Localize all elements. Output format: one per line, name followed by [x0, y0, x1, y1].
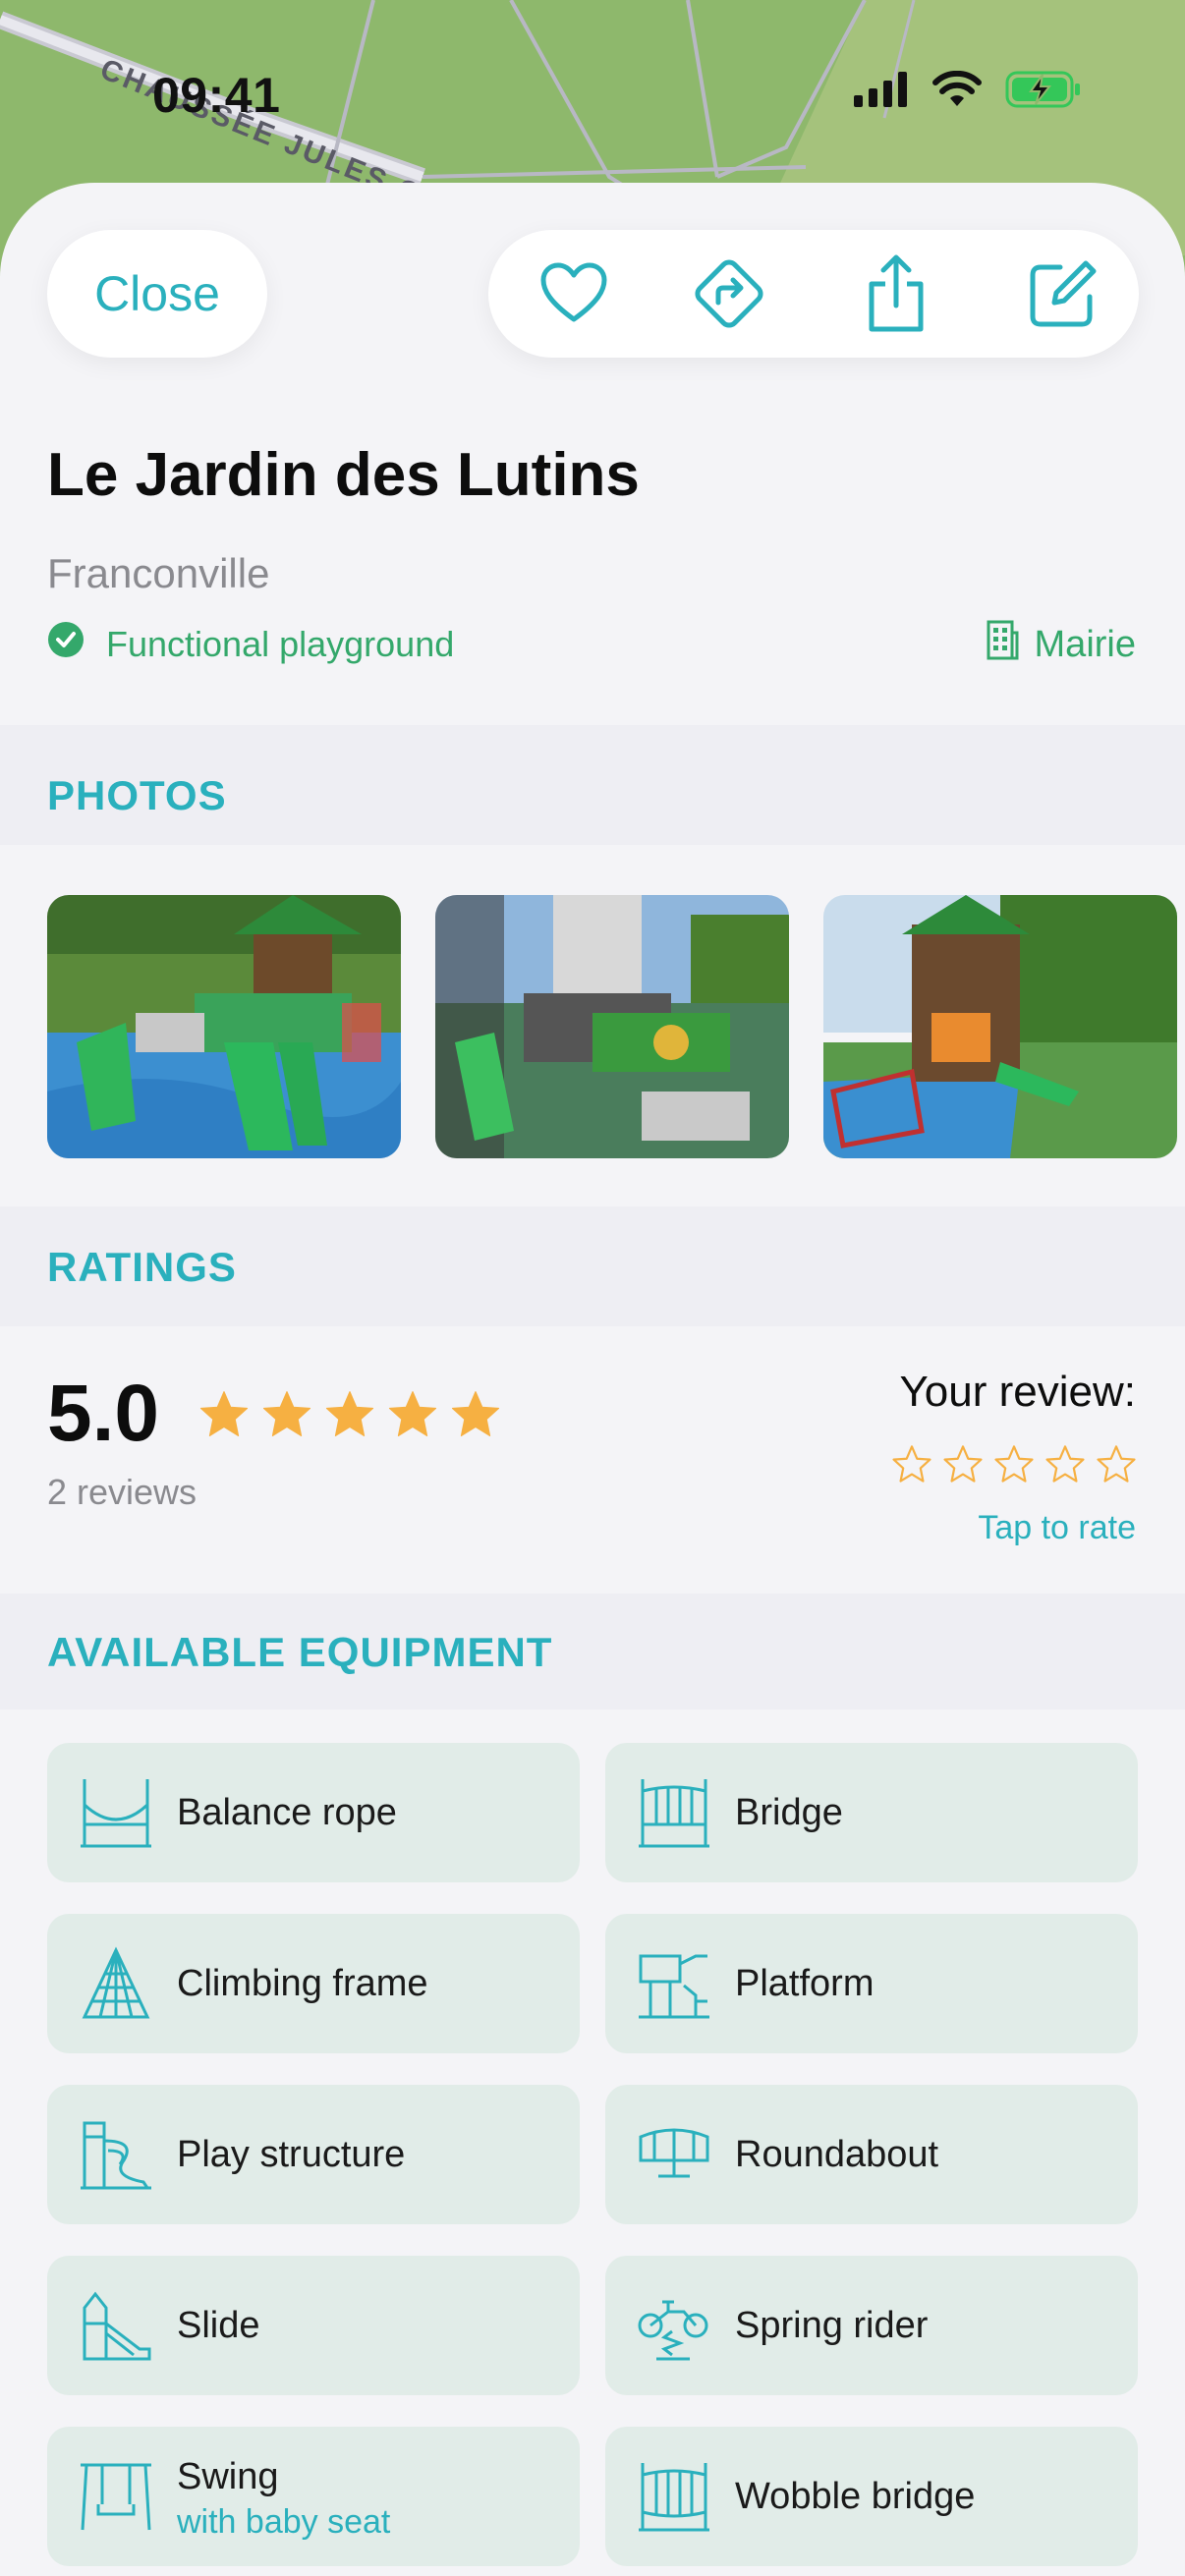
equipment-sublabel: with baby seat: [177, 2503, 391, 2541]
place-title: Le Jardin des Lutins: [47, 441, 640, 509]
status-label: Functional playground: [106, 623, 455, 664]
photo-2[interactable]: [435, 895, 789, 1158]
play-structure-icon: [79, 2117, 153, 2192]
status-time: 09:41: [152, 68, 281, 123]
tap-to-rate-link[interactable]: Tap to rate: [978, 1509, 1136, 1547]
swing-icon: [79, 2459, 153, 2534]
star-icon[interactable]: [941, 1442, 985, 1490]
roundabout-icon: [637, 2117, 711, 2192]
equipment-label: Play structure: [177, 2134, 406, 2175]
star-icon[interactable]: [1044, 1442, 1087, 1490]
equipment-label: Wobble bridge: [735, 2476, 976, 2517]
equipment-label: Bridge: [735, 1792, 843, 1833]
place-detail-sheet: Close Le Jardin des Lutins Franconville …: [0, 183, 1185, 2576]
star-icon[interactable]: [992, 1442, 1036, 1490]
close-button[interactable]: Close: [47, 230, 267, 358]
rating-average: 5.0: [47, 1369, 159, 1458]
equipment-item-roundabout[interactable]: Roundabout: [605, 2085, 1138, 2224]
bridge-icon: [637, 1775, 711, 1850]
wobble-bridge-icon: [637, 2459, 711, 2534]
photo-3[interactable]: [823, 895, 1177, 1158]
status-bar: 09:41: [0, 0, 1185, 187]
checkmark-circle-icon: [47, 621, 85, 667]
star-icon: [197, 1386, 252, 1446]
climbing-frame-icon: [79, 1946, 153, 2021]
star-icon[interactable]: [1095, 1442, 1138, 1490]
edit-icon[interactable]: [1019, 250, 1107, 338]
battery-charging-icon: [1005, 71, 1082, 113]
building-icon: [986, 619, 1019, 670]
star-icon: [385, 1386, 440, 1446]
share-icon[interactable]: [852, 250, 940, 338]
signal-icon: [854, 72, 909, 112]
equipment-label: Spring rider: [735, 2305, 929, 2346]
equipment-item-wobble-bridge[interactable]: Wobble bridge: [605, 2427, 1138, 2566]
equipment-item-slide[interactable]: Slide: [47, 2256, 580, 2395]
owner-link[interactable]: Mairie: [986, 619, 1136, 670]
equipment-item-platform[interactable]: Platform: [605, 1914, 1138, 2053]
equipment-label: Roundabout: [735, 2134, 939, 2175]
equipment-header: AVAILABLE EQUIPMENT: [47, 1629, 553, 1675]
photos-header: PHOTOS: [47, 772, 227, 818]
photo-1[interactable]: [47, 895, 401, 1158]
equipment-item-balance-rope[interactable]: Balance rope: [47, 1743, 580, 1882]
spring-rider-icon: [637, 2288, 711, 2363]
star-icon: [259, 1386, 314, 1446]
equipment-item-swing[interactable]: Swing with baby seat: [47, 2427, 580, 2566]
slide-icon: [79, 2288, 153, 2363]
star-icon[interactable]: [890, 1442, 933, 1490]
platform-icon: [637, 1946, 711, 2021]
equipment-label: Climbing frame: [177, 1963, 428, 2004]
actions-toolbar: [488, 230, 1139, 358]
equipment-label: Balance rope: [177, 1792, 397, 1833]
heart-icon[interactable]: [530, 250, 618, 338]
directions-icon[interactable]: [685, 250, 773, 338]
equipment-label: Slide: [177, 2305, 260, 2346]
star-icon: [322, 1386, 377, 1446]
your-review-stars[interactable]: [890, 1442, 1138, 1490]
equipment-item-spring-rider[interactable]: Spring rider: [605, 2256, 1138, 2395]
equipment-label: Platform: [735, 1963, 875, 2004]
your-review-label: Your review:: [899, 1368, 1137, 1416]
equipment-label: Swing: [177, 2456, 279, 2497]
equipment-item-climbing-frame[interactable]: Climbing frame: [47, 1914, 580, 2053]
reviews-count: 2 reviews: [47, 1472, 198, 1512]
status-functional: Functional playground: [47, 621, 454, 667]
wifi-icon: [932, 70, 982, 113]
star-icon: [448, 1386, 503, 1446]
equipment-item-play-structure[interactable]: Play structure: [47, 2085, 580, 2224]
place-city: Franconville: [47, 550, 270, 596]
ratings-header: RATINGS: [47, 1244, 237, 1290]
status-icons: [854, 70, 1082, 113]
owner-label: Mairie: [1034, 623, 1136, 665]
balance-rope-icon: [79, 1775, 153, 1850]
equipment-item-bridge[interactable]: Bridge: [605, 1743, 1138, 1882]
average-stars: [197, 1386, 503, 1446]
